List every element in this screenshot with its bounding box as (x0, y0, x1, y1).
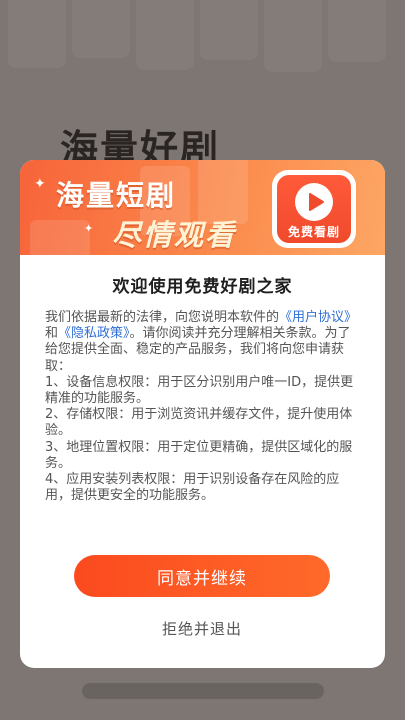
app-logo: 免费看剧 (272, 170, 356, 248)
refuse-exit-button[interactable]: 拒绝并退出 (122, 614, 282, 642)
privacy-dialog: ✦ ✦ 海量短剧 尽情观看 免费看剧 欢迎使用免费好剧之家 我们依据最新的法律，… (20, 160, 385, 668)
user-agreement-link[interactable]: 《用户协议》 (279, 310, 357, 325)
banner-headline: 海量短剧 (56, 179, 177, 212)
permission-item-app-list: 4、应用安装列表权限：用于识别设备存在风险的应用，提供更安全的功能服务。 (45, 472, 340, 504)
banner-subheadline: 尽情观看 (112, 218, 237, 252)
permission-item-location: 3、地理位置权限：用于定位更精确，提供区域化的服务。 (45, 439, 353, 471)
dialog-banner: ✦ ✦ 海量短剧 尽情观看 免费看剧 (20, 160, 385, 255)
agree-continue-button[interactable]: 同意并继续 (74, 555, 330, 597)
conjunction-text: 和 (45, 326, 59, 342)
intro-text: 我们依据最新的法律，向您说明本软件的 (45, 310, 280, 325)
permission-item-device-info: 1、设备信息权限：用于区分识别用户唯一ID，提供更精准的功能服务。 (45, 374, 354, 407)
dialog-body: 我们依据最新的法律，向您说明本软件的《用户协议》和《隐私政策》。请你阅读并充分理… (45, 310, 363, 504)
dialog-title: 欢迎使用免费好剧之家 (112, 277, 293, 297)
permission-item-storage: 2、存储权限：用于浏览资讯并缓存文件，提升使用体验。 (45, 407, 353, 439)
privacy-policy-link[interactable]: 《隐私政策》 (58, 326, 130, 341)
play-icon (295, 183, 333, 221)
sparkle-icon: ✦ (84, 222, 94, 235)
logo-caption: 免费看剧 (287, 225, 340, 239)
sparkle-icon: ✦ (34, 176, 46, 192)
background-bottom-bar (82, 683, 324, 699)
